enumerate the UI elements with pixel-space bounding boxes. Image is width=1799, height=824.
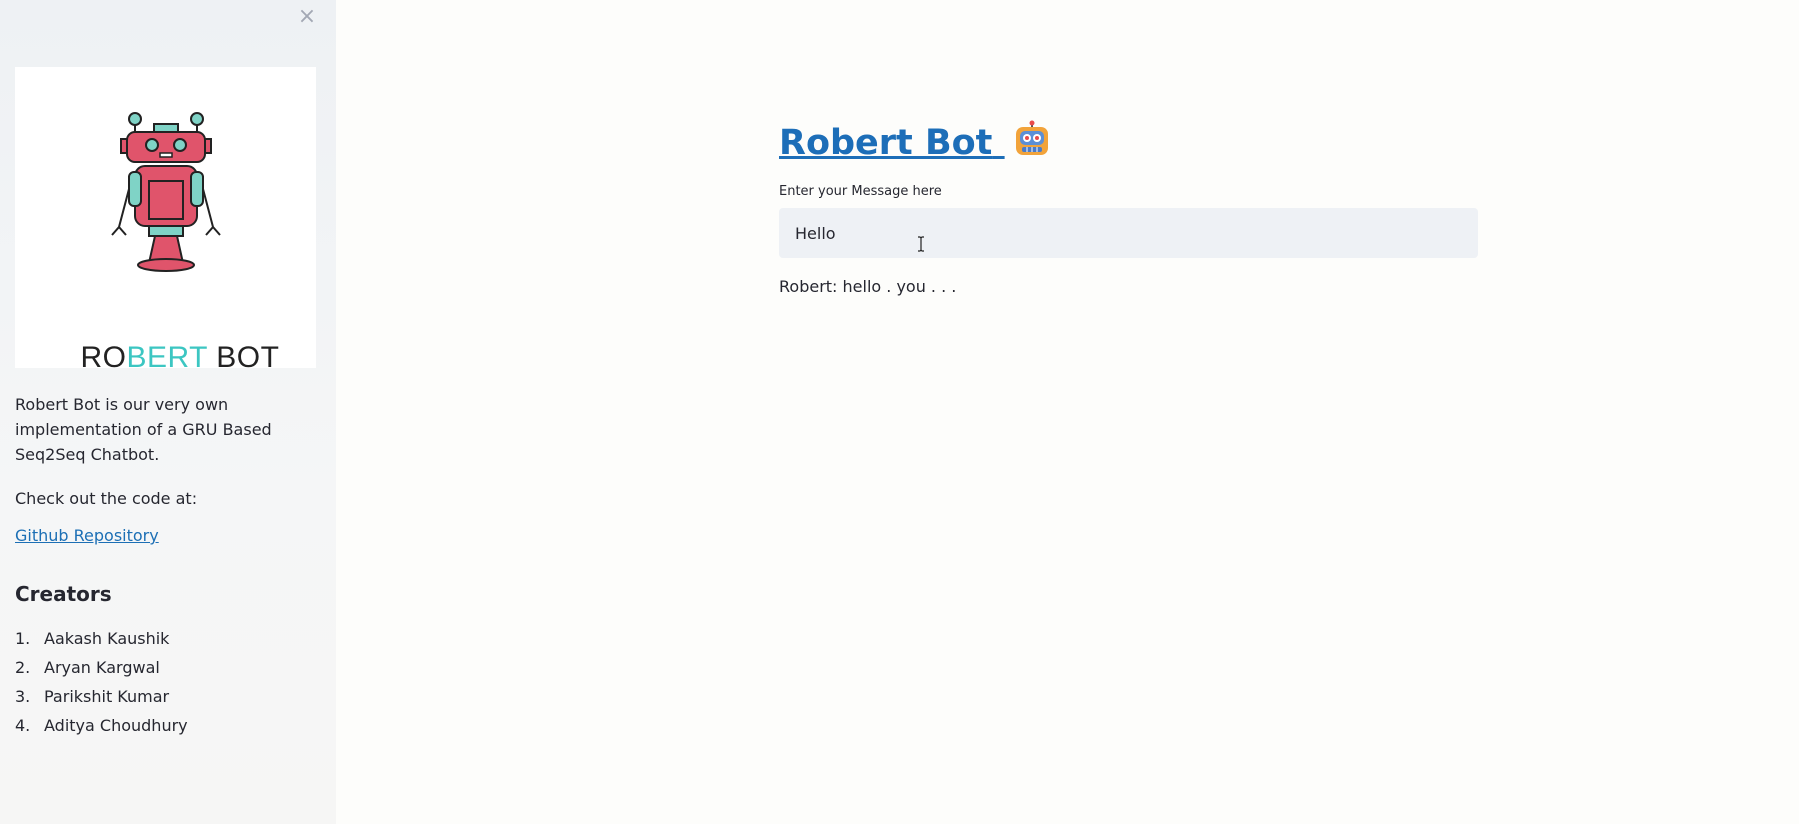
description-text: Robert Bot is our very own implementatio… xyxy=(15,395,272,464)
list-item-name: Aditya Choudhury xyxy=(44,716,188,735)
list-item-number: 1. xyxy=(15,629,31,648)
logo-text-part2: BOT xyxy=(207,341,280,374)
robot-logo-icon xyxy=(111,112,221,272)
robot-emoji-icon xyxy=(1013,120,1051,167)
text-cursor-icon xyxy=(918,236,924,252)
logo-text-accent: BERT xyxy=(126,341,208,374)
sidebar: × ROBERT BOT Robert Bot is our very own … xyxy=(0,0,336,824)
bot-reply-text: Robert: hello . you . . . xyxy=(779,277,957,296)
creators-list: 1. Aakash Kaushik 2. Aryan Kargwal 3. Parik… xyxy=(15,626,188,742)
logo-wordmark: ROBERT BOT xyxy=(15,341,345,375)
page-title-text: Robert Bot xyxy=(779,123,993,163)
list-item: 3. Parikshit Kumar xyxy=(15,684,188,713)
robot-logo: ROBERT BOT xyxy=(15,67,316,374)
message-input[interactable] xyxy=(779,208,1478,258)
list-item: 4. Aditya Choudhury xyxy=(15,713,188,742)
list-item-number: 3. xyxy=(15,687,31,706)
list-item-name: Parikshit Kumar xyxy=(44,687,170,706)
list-item-number: 4. xyxy=(15,716,31,735)
creators-heading: Creators xyxy=(15,582,112,606)
list-item: 1. Aakash Kaushik xyxy=(15,626,188,655)
message-input-label: Enter your Message here xyxy=(779,184,942,199)
list-item-name: Aakash Kaushik xyxy=(44,629,170,648)
github-repository-link[interactable]: Github Repository xyxy=(15,526,159,545)
close-icon[interactable]: × xyxy=(296,6,318,28)
code-prompt-text: Check out the code at: xyxy=(15,489,198,508)
list-item: 2. Aryan Kargwal xyxy=(15,655,188,684)
list-item-number: 2. xyxy=(15,658,31,677)
page-title[interactable]: Robert Bot xyxy=(779,120,1051,167)
list-item-name: Aryan Kargwal xyxy=(44,658,160,677)
logo-text-part1: RO xyxy=(80,341,127,374)
